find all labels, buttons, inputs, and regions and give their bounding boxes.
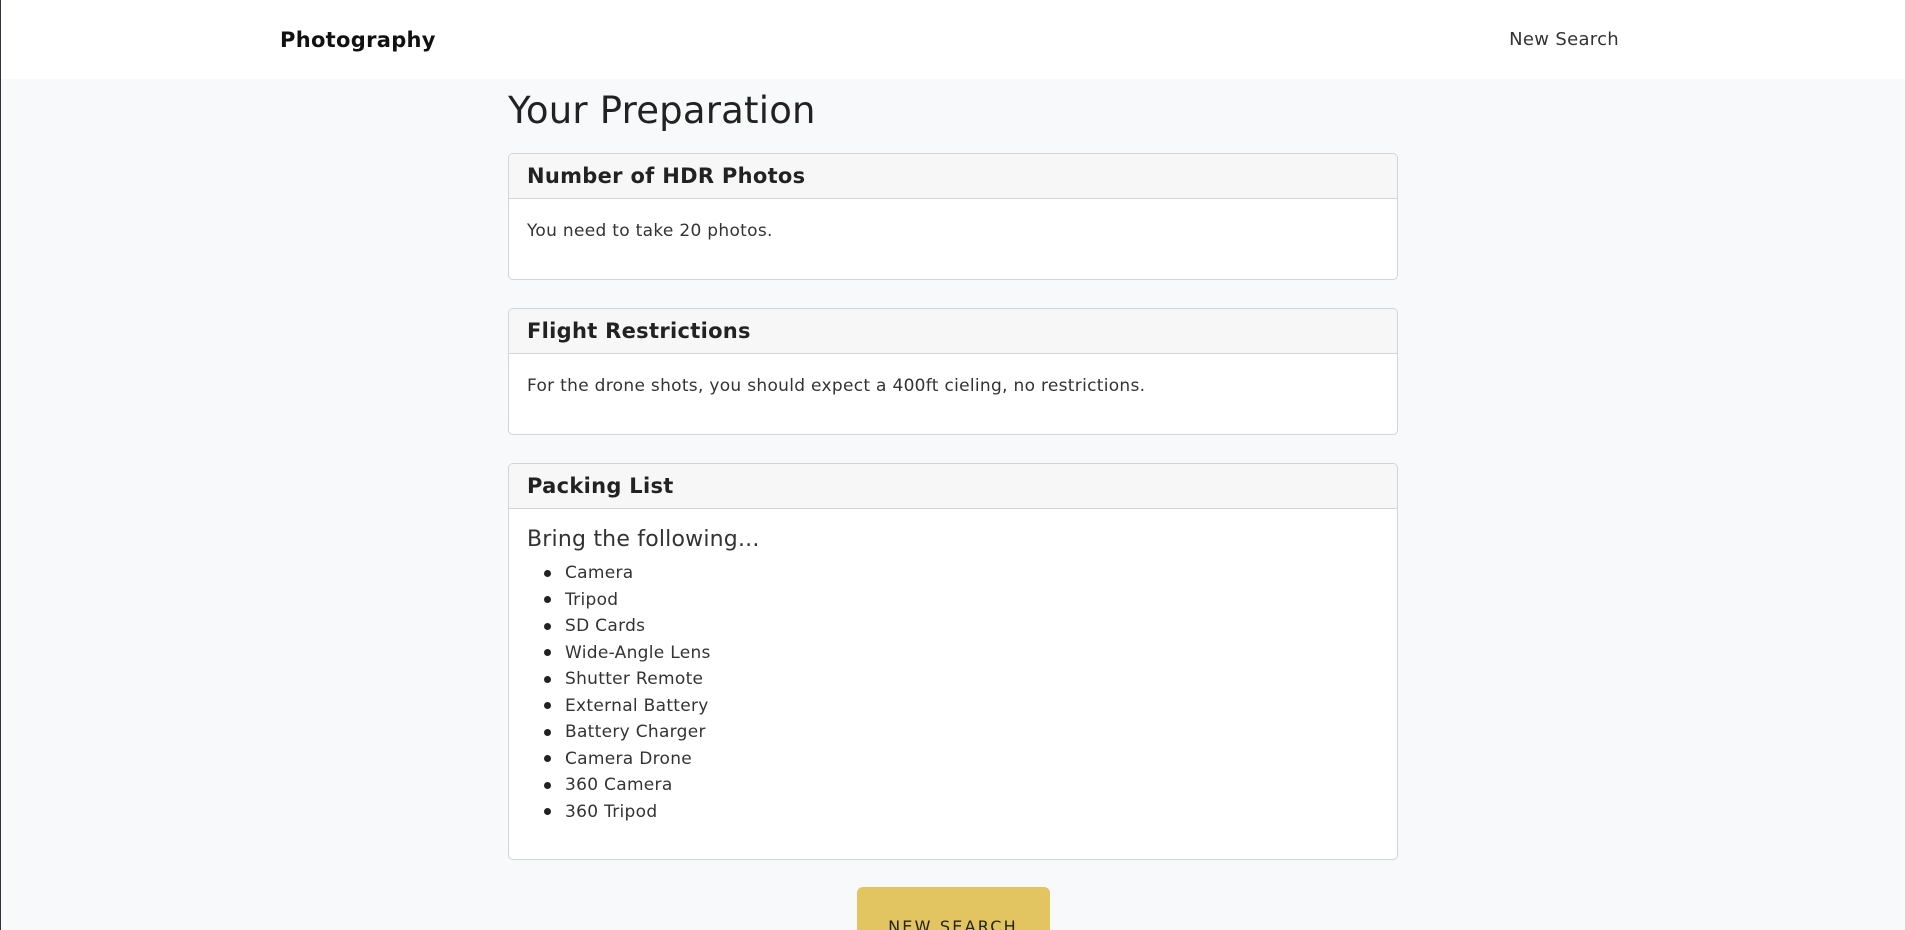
bullet-icon — [544, 728, 551, 736]
brand-link[interactable]: Photography — [280, 28, 436, 52]
flight-restrictions-card-body: For the drone shots, you should expect a… — [509, 354, 1397, 434]
list-item-label: Tripod — [565, 589, 619, 610]
packing-list-card-title: Packing List — [509, 464, 1397, 509]
hdr-photos-card-title: Number of HDR Photos — [509, 154, 1397, 199]
new-search-nav-link[interactable]: New Search — [1509, 29, 1619, 50]
list-item: Wide-Angle Lens — [544, 640, 1379, 667]
list-item: External Battery — [544, 693, 1379, 720]
list-item-label: External Battery — [565, 695, 709, 716]
list-item: Tripod — [544, 587, 1379, 614]
list-item-label: 360 Camera — [565, 775, 673, 795]
navbar: Photography New Search — [1, 0, 1905, 79]
new-search-button[interactable]: NEW SEARCH — [856, 887, 1050, 930]
bullet-icon — [544, 569, 551, 577]
list-item: Camera Drone — [544, 746, 1379, 773]
list-item-label: SD Cards — [565, 616, 646, 636]
packing-list-card-body: Bring the following... Camera Tripod SD … — [509, 509, 1397, 859]
bullet-icon — [544, 808, 551, 816]
bullet-icon — [544, 781, 551, 789]
bullet-icon — [544, 755, 551, 763]
list-item: SD Cards — [544, 613, 1379, 640]
page-title: Your Preparation — [508, 89, 816, 132]
new-search-button-container: NEW SEARCH — [508, 887, 1398, 930]
list-item-label: Wide-Angle Lens — [565, 642, 711, 663]
hdr-photos-card: Number of HDR Photos You need to take 20… — [508, 153, 1398, 280]
flight-restrictions-text: For the drone shots, you should expect a… — [527, 376, 1146, 396]
list-item: 360 Tripod — [544, 799, 1379, 826]
main-content: Your Preparation Number of HDR Photos Yo… — [508, 79, 1398, 930]
packing-list-card: Packing List Bring the following... Came… — [508, 463, 1398, 860]
list-item-label: Camera Drone — [565, 748, 693, 769]
flight-restrictions-card-title: Flight Restrictions — [509, 309, 1397, 354]
list-item-label: Battery Charger — [565, 722, 706, 742]
hdr-photos-card-body: You need to take 20 photos. — [509, 199, 1397, 279]
list-item: Camera — [544, 560, 1379, 587]
bullet-icon — [544, 702, 551, 710]
bullet-icon — [544, 622, 551, 630]
bullet-icon — [544, 596, 551, 604]
bullet-icon — [544, 649, 551, 657]
list-item: 360 Camera — [544, 772, 1379, 799]
packing-list: Camera Tripod SD Cards Wide-Angle Lens S… — [527, 560, 1379, 825]
flight-restrictions-card: Flight Restrictions For the drone shots,… — [508, 308, 1398, 435]
hdr-photos-text: You need to take 20 photos. — [527, 221, 773, 241]
list-item-label: Camera — [565, 563, 634, 583]
list-item-label: Shutter Remote — [565, 669, 704, 689]
bullet-icon — [544, 675, 551, 683]
list-item-label: 360 Tripod — [565, 801, 658, 822]
list-item: Battery Charger — [544, 719, 1379, 746]
list-item: Shutter Remote — [544, 666, 1379, 693]
packing-list-intro: Bring the following... — [527, 527, 760, 552]
